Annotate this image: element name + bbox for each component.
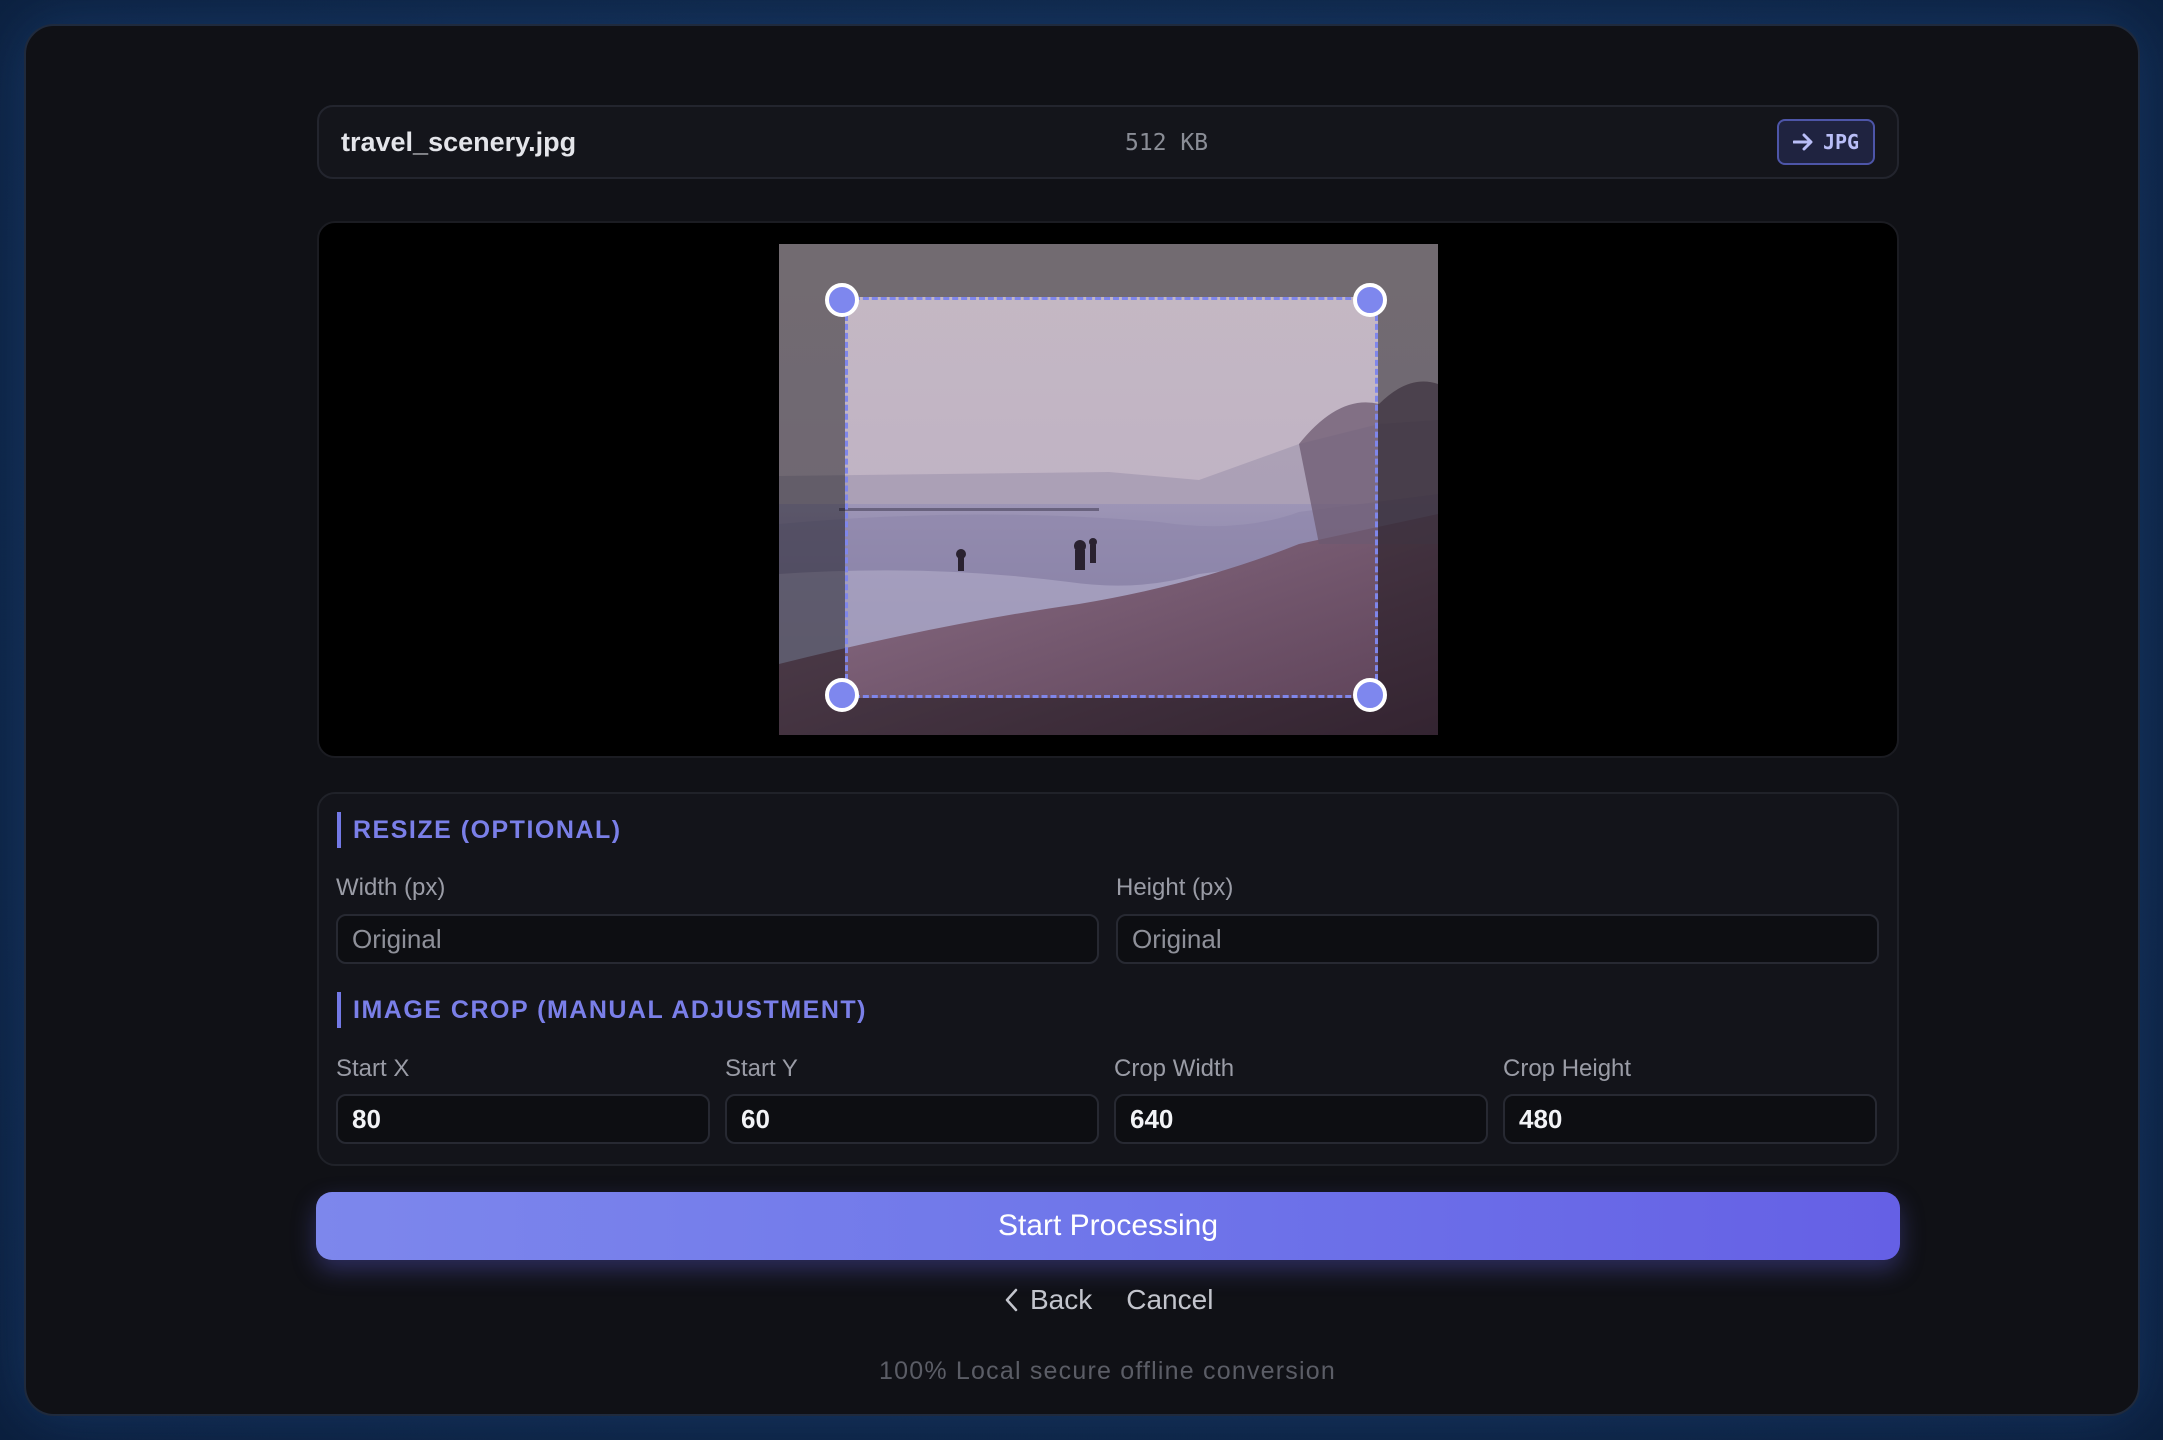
crop-height-label: Crop Height — [1503, 1055, 1632, 1082]
crop-selection-box[interactable] — [825, 283, 1387, 712]
image-preview-area — [317, 221, 1899, 758]
file-info-bar: travel_scenery.jpg 512 KB JPG — [317, 105, 1899, 179]
height-label: Height (px) — [1116, 874, 1234, 901]
start-processing-button[interactable]: Start Processing — [316, 1192, 1900, 1260]
crop-handle-top-right[interactable] — [1353, 283, 1387, 317]
crop-handle-bottom-right[interactable] — [1353, 678, 1387, 712]
app-window: travel_scenery.jpg 512 KB JPG RESIZE (OP… — [24, 24, 2140, 1416]
chevron-left-icon — [1005, 1288, 1018, 1312]
start-y-input[interactable] — [725, 1094, 1099, 1144]
target-format-label: JPG — [1822, 130, 1860, 154]
crop-height-input[interactable] — [1503, 1094, 1877, 1144]
cancel-button[interactable]: Cancel — [1126, 1284, 1213, 1316]
footer-note: 100% Local secure offline conversion — [879, 1357, 1336, 1385]
navigation-row: Back Cancel — [1004, 1282, 1213, 1318]
start-y-label: Start Y — [725, 1055, 798, 1082]
target-format-badge[interactable]: JPG — [1777, 119, 1875, 165]
arrow-right-icon — [1792, 133, 1813, 151]
back-button[interactable]: Back — [1004, 1284, 1092, 1316]
width-label: Width (px) — [336, 874, 446, 901]
back-label: Back — [1030, 1284, 1093, 1315]
crop-handle-bottom-left[interactable] — [825, 678, 859, 712]
crop-handle-top-left[interactable] — [825, 283, 859, 317]
preview-image — [779, 244, 1438, 735]
start-x-label: Start X — [336, 1055, 410, 1082]
resize-section-title: RESIZE (OPTIONAL) — [337, 812, 622, 848]
settings-panel: RESIZE (OPTIONAL) Width (px) Height (px)… — [317, 792, 1899, 1166]
crop-width-input[interactable] — [1114, 1094, 1488, 1144]
crop-width-label: Crop Width — [1114, 1055, 1235, 1082]
file-size: 512 KB — [1125, 130, 1209, 156]
height-input[interactable] — [1116, 914, 1879, 964]
start-x-input[interactable] — [336, 1094, 710, 1144]
file-name: travel_scenery.jpg — [341, 127, 577, 157]
width-input[interactable] — [336, 914, 1099, 964]
crop-section-title: IMAGE CROP (MANUAL ADJUSTMENT) — [337, 992, 867, 1028]
